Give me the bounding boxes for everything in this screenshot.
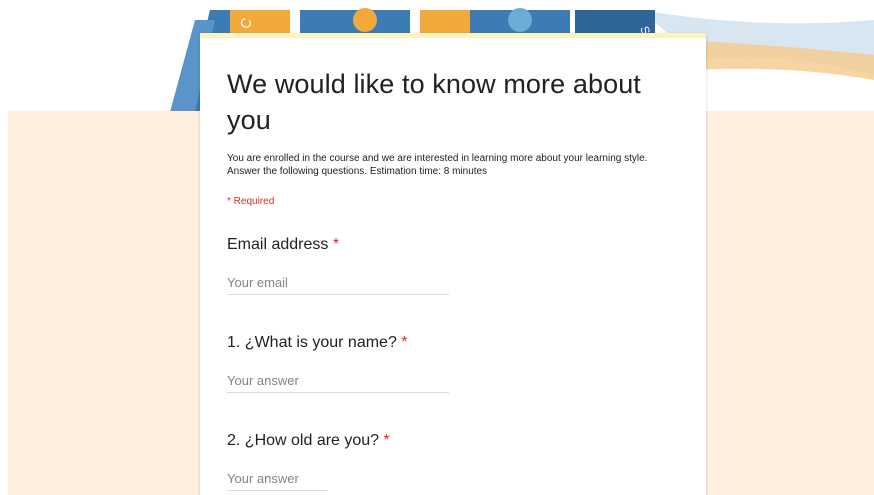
question-label: 2. ¿How old are you? * [227, 431, 679, 451]
question-label: Email address * [227, 235, 679, 255]
age-field[interactable] [227, 467, 327, 491]
question-text: 2. ¿How old are you? [227, 432, 380, 449]
required-star: * [401, 334, 408, 351]
form-title: We would like to know more about you [227, 69, 641, 135]
email-field[interactable] [227, 271, 449, 295]
name-field[interactable] [227, 369, 449, 393]
required-note: * Required [227, 196, 275, 207]
form-description: You are enrolled in the course and we ar… [227, 152, 679, 178]
question-age: 2. ¿How old are you? * [227, 431, 679, 491]
question-text: Email address [227, 236, 329, 253]
question-name: 1. ¿What is your name? * [227, 333, 679, 393]
form-card: We would like to know more about you You… [200, 33, 706, 495]
question-email: Email address * [227, 235, 679, 295]
description-line-2: Answer the following questions. Estimati… [227, 166, 488, 177]
question-text: 1. ¿What is your name? [227, 334, 397, 351]
question-label: 1. ¿What is your name? * [227, 333, 679, 353]
description-line-1: You are enrolled in the course and we ar… [227, 153, 648, 164]
required-star: * [383, 432, 390, 449]
required-star: * [332, 236, 340, 253]
page: C S We would like to know more about you… [0, 0, 874, 495]
